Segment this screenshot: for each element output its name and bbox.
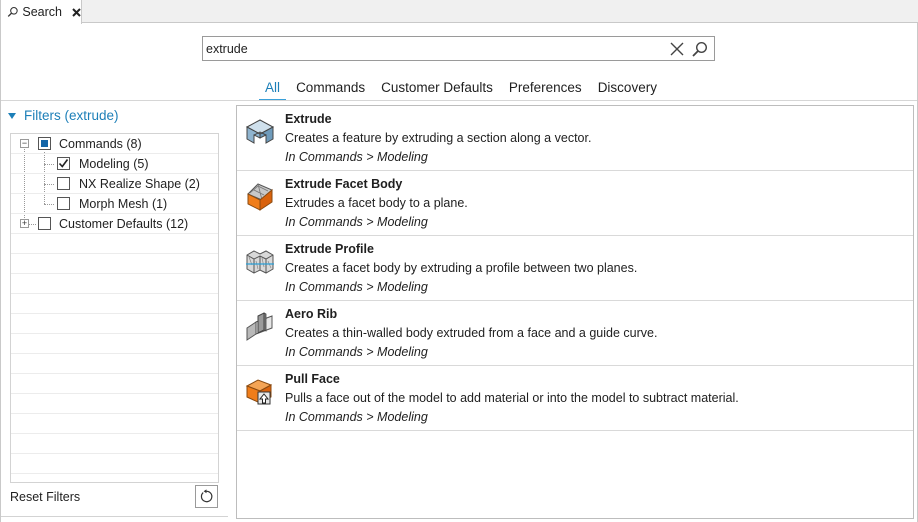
reset-icon [200, 489, 213, 503]
tab-preferences[interactable]: Preferences [507, 80, 584, 100]
modeling-checkbox[interactable] [57, 157, 70, 170]
result-name: Aero Rib [285, 307, 338, 321]
result-name: Extrude [285, 112, 332, 126]
tree-item-label: NX Realize Shape (2) [79, 177, 200, 191]
close-tab-icon[interactable] [72, 7, 81, 17]
extrude-icon [245, 119, 275, 144]
tree-item-label: Commands (8) [59, 137, 142, 151]
empty-row [11, 454, 218, 474]
filter-bottom-divider [1, 516, 228, 517]
search-field [202, 36, 715, 61]
tree-item-nx-realize-shape[interactable]: NX Realize Shape (2) [11, 174, 218, 194]
aero-rib-icon [246, 312, 273, 341]
reset-filters-label: Reset Filters [10, 490, 81, 504]
empty-row [11, 374, 218, 394]
results-list: Extrude Creates a feature by extruding a… [236, 105, 914, 519]
result-description: Extrudes a facet body to a plane. [285, 196, 468, 210]
empty-row [11, 234, 218, 254]
extrude-facet-body-icon [247, 183, 273, 211]
customer-defaults-checkbox[interactable] [38, 217, 51, 230]
extrude-profile-icon [246, 250, 274, 274]
tree-item-label: Morph Mesh (1) [79, 197, 168, 211]
empty-row [11, 274, 218, 294]
result-path: In Commands > Modeling [285, 280, 428, 294]
result-name: Pull Face [285, 372, 340, 386]
commands-checkbox[interactable] [38, 137, 51, 150]
empty-row [11, 434, 218, 454]
result-description: Creates a thin-walled body extruded from… [285, 326, 658, 340]
clear-search-icon[interactable] [668, 40, 686, 58]
search-tab[interactable]: Search [0, 0, 82, 24]
document-tab-bar: Search [0, 0, 918, 24]
result-description: Pulls a face out of the model to add mat… [285, 391, 739, 405]
pull-face-icon [245, 379, 273, 405]
result-item-extrude-facet-body[interactable]: Extrude Facet Body Extrudes a facet body… [237, 171, 913, 236]
result-item-extrude[interactable]: Extrude Creates a feature by extruding a… [237, 106, 913, 171]
morph-mesh-checkbox[interactable] [57, 197, 70, 210]
result-item-pull-face[interactable]: Pull Face Pulls a face out of the model … [237, 366, 913, 431]
empty-row [11, 394, 218, 414]
checkmark-icon [58, 159, 69, 168]
tree-item-commands[interactable]: − Commands (8) [11, 134, 218, 154]
tab-customer-defaults[interactable]: Customer Defaults [379, 80, 495, 100]
empty-row [11, 254, 218, 274]
tree-item-modeling[interactable]: Modeling (5) [11, 154, 218, 174]
result-item-extrude-profile[interactable]: Extrude Profile Creates a facet body by … [237, 236, 913, 301]
search-input[interactable] [206, 39, 661, 58]
result-path: In Commands > Modeling [285, 215, 428, 229]
result-path: In Commands > Modeling [285, 345, 428, 359]
result-item-aero-rib[interactable]: Aero Rib Creates a thin-walled body extr… [237, 301, 913, 366]
expand-icon[interactable]: + [20, 219, 29, 228]
filters-title: Filters (extrude) [24, 108, 119, 123]
result-path: In Commands > Modeling [285, 150, 428, 164]
result-name: Extrude Profile [285, 242, 374, 256]
empty-row [11, 354, 218, 374]
result-name: Extrude Facet Body [285, 177, 403, 191]
empty-row [11, 414, 218, 434]
tree-item-customer-defaults[interactable]: + Customer Defaults (12) [11, 214, 218, 234]
result-path: In Commands > Modeling [285, 410, 428, 424]
empty-row [11, 294, 218, 314]
search-tab-label: Search [22, 5, 62, 19]
collapse-icon[interactable]: − [20, 139, 29, 148]
reset-filters-button[interactable] [195, 485, 218, 508]
search-go-icon[interactable] [690, 40, 708, 58]
empty-row [11, 334, 218, 354]
tab-discovery[interactable]: Discovery [596, 80, 659, 100]
filter-tree: − Commands (8) Modeling (5) NX Realize S… [10, 133, 219, 483]
search-icon [7, 6, 18, 17]
tree-item-label: Modeling (5) [79, 157, 149, 171]
filters-header[interactable]: Filters (extrude) [8, 108, 119, 123]
collapse-triangle-icon [8, 112, 16, 119]
category-tabs: All Commands Customer Defaults Preferenc… [0, 80, 918, 101]
result-description: Creates a facet body by extruding a prof… [285, 261, 638, 275]
tab-all[interactable]: All [259, 80, 287, 101]
empty-row [11, 314, 218, 334]
tree-item-label: Customer Defaults (12) [59, 217, 189, 231]
tab-divider [1, 100, 917, 101]
tab-commands[interactable]: Commands [294, 80, 367, 100]
nx-realize-shape-checkbox[interactable] [57, 177, 70, 190]
tree-item-morph-mesh[interactable]: Morph Mesh (1) [11, 194, 218, 214]
result-description: Creates a feature by extruding a section… [285, 131, 592, 145]
